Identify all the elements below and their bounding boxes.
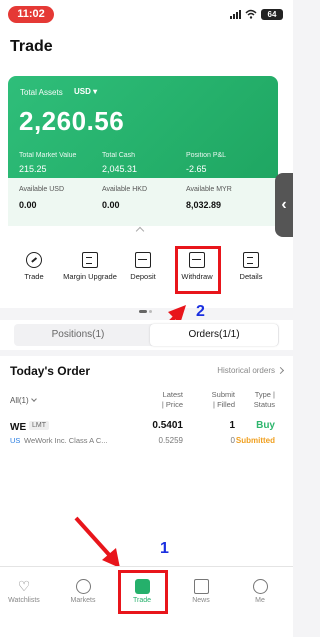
- system-icons: 64: [230, 8, 283, 20]
- filled-qty: 0: [230, 436, 235, 445]
- signal-icon: [230, 9, 241, 19]
- market-value: 215.25: [19, 164, 47, 174]
- nav-me[interactable]: Me: [240, 579, 280, 604]
- available-usd-value: 0.00: [19, 200, 37, 210]
- status-time: 11:02: [8, 6, 54, 23]
- deposit-button[interactable]: Deposit: [115, 252, 171, 281]
- trade-tab-highlight-box: [118, 570, 168, 614]
- status-bar: 11:02 64: [0, 0, 293, 28]
- margin-upgrade-button[interactable]: Margin Upgrade: [62, 252, 118, 281]
- margin-upgrade-icon: [82, 252, 98, 268]
- available-hkd-label: Available HKD: [102, 186, 148, 193]
- tab-positions[interactable]: Positions(1): [14, 324, 142, 346]
- trade-tab-annotation-arrow: [74, 516, 120, 568]
- available-myr-value: 8,032.89: [186, 200, 222, 210]
- total-cash-label: Total Cash: [102, 152, 136, 159]
- nav-markets[interactable]: Markets: [63, 579, 103, 604]
- filter-label: All(1): [10, 396, 29, 405]
- market-value-label: Total Market Value: [19, 152, 77, 159]
- battery-icon: 64: [261, 8, 283, 20]
- todays-orders: Today's Order Historical orders All(1) L…: [0, 356, 293, 566]
- historical-orders-link[interactable]: Historical orders: [217, 366, 275, 375]
- collapse-chevron-icon[interactable]: [135, 226, 145, 236]
- column-header-qty: Submit | Filled: [211, 390, 235, 409]
- step-2-label: 2: [196, 303, 205, 320]
- planet-icon: [75, 579, 91, 594]
- withdraw-highlight-box: [175, 246, 221, 294]
- details-icon: [243, 252, 259, 268]
- trade-action-label: Trade: [24, 272, 44, 281]
- details-label: Details: [239, 272, 263, 281]
- deposit-label: Deposit: [130, 272, 156, 281]
- available-balances: Available USD 0.00 Available HKD 0.00 Av…: [8, 178, 278, 226]
- margin-upgrade-label: Margin Upgrade: [63, 272, 117, 281]
- trade-icon: [26, 252, 42, 268]
- market-badge: US: [10, 436, 21, 445]
- heart-icon: ♡: [17, 578, 31, 594]
- details-button[interactable]: Details: [223, 252, 279, 281]
- profile-icon: [252, 579, 268, 594]
- order-type-badge: LMT: [29, 421, 49, 430]
- nav-watchlists-label: Watchlists: [8, 597, 40, 604]
- available-hkd-value: 0.00: [102, 200, 120, 210]
- total-assets-card[interactable]: Total Assets USD ▾ 2,260.56 Total Market…: [8, 76, 278, 178]
- quick-actions: Trade Margin Upgrade Deposit Withdraw De…: [0, 246, 293, 313]
- tab-orders[interactable]: Orders(1/1): [150, 324, 278, 346]
- position-pl-value: -2.65: [186, 164, 207, 174]
- news-icon: [193, 579, 209, 594]
- submit-qty: 1: [229, 420, 235, 431]
- page-title: Trade: [10, 38, 53, 55]
- total-assets-label: Total Assets: [20, 88, 63, 97]
- order-price: 0.5401: [152, 420, 183, 431]
- column-header-status: Type | Status: [253, 390, 275, 409]
- trade-action-button[interactable]: Trade: [6, 252, 62, 281]
- orders-filter[interactable]: All(1): [10, 396, 37, 405]
- account-section: Trade Total Assets USD ▾ 2,260.56 Total …: [0, 28, 293, 246]
- step-1-label: 1: [160, 540, 169, 557]
- wifi-icon: [245, 9, 257, 19]
- column-header-price: Latest | Price: [161, 390, 183, 409]
- order-side: Buy: [256, 420, 275, 431]
- nav-markets-label: Markets: [70, 597, 96, 604]
- order-symbol: WE: [10, 422, 27, 433]
- side-drawer-tab[interactable]: ‹: [275, 173, 293, 237]
- nav-news[interactable]: News: [181, 579, 221, 604]
- positions-orders-tabs: Positions(1) Orders(1/1): [0, 320, 293, 350]
- available-myr-label: Available MYR: [186, 186, 232, 193]
- position-pl-label: Position P&L: [186, 152, 227, 159]
- nav-news-label: News: [192, 597, 210, 604]
- chevron-right-icon[interactable]: [276, 366, 285, 375]
- chevron-down-icon: [30, 396, 37, 402]
- order-status: Submitted: [235, 436, 275, 445]
- total-cash-value: 2,045.31: [102, 164, 138, 174]
- deposit-icon: [135, 252, 151, 268]
- order-stock-name: WeWork Inc. Class A C...: [24, 436, 108, 445]
- currency-selector[interactable]: USD ▾: [74, 87, 97, 96]
- orders-title: Today's Order: [10, 364, 90, 378]
- nav-me-label: Me: [255, 597, 265, 604]
- total-assets-value: 2,260.56: [19, 106, 125, 136]
- nav-watchlists[interactable]: ♡ Watchlists: [4, 578, 44, 605]
- available-usd-label: Available USD: [19, 186, 65, 193]
- latest-price: 0.5259: [158, 436, 183, 445]
